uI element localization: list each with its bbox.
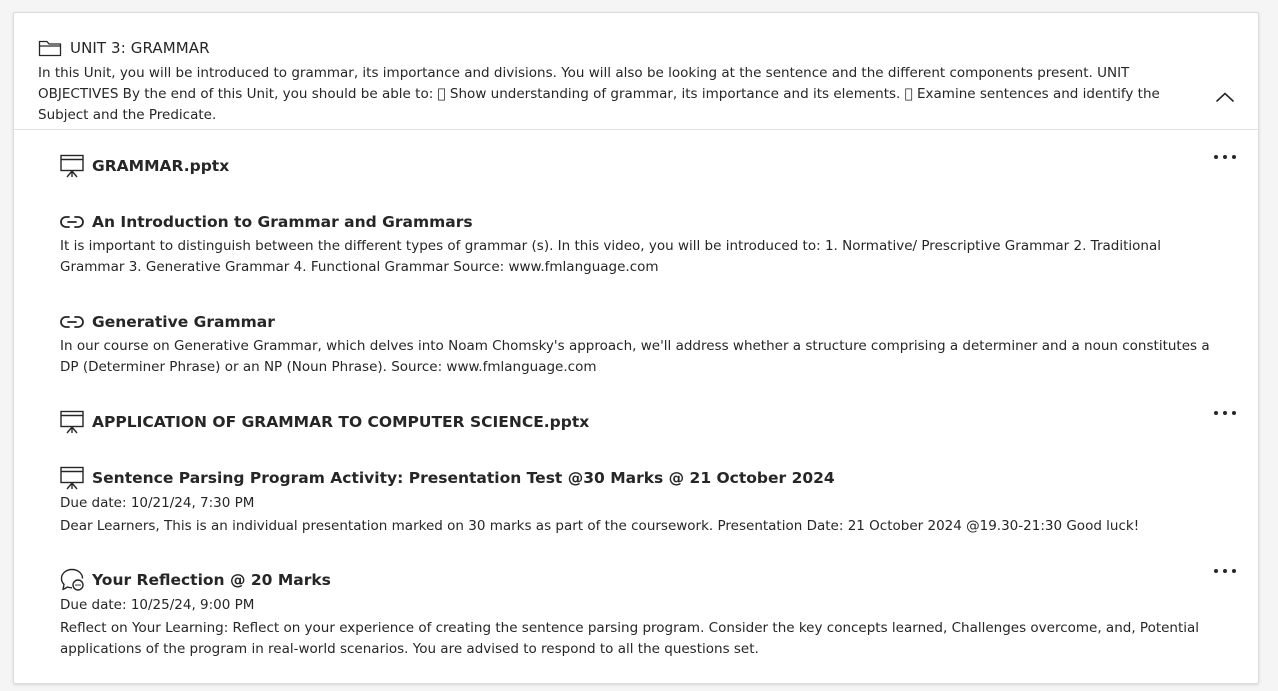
dot (1232, 411, 1236, 415)
content-item: GRAMMAR.pptx (60, 152, 1220, 182)
due-date: Due date: 10/21/24, 7:30 PM (60, 495, 255, 511)
more-options-button[interactable] (1214, 564, 1236, 578)
discussion-icon (60, 568, 84, 591)
dot (1223, 411, 1227, 415)
more-options-button[interactable] (1214, 406, 1236, 420)
link-icon (60, 316, 84, 328)
dot (1232, 569, 1236, 573)
unit-title[interactable]: UNIT 3: GRAMMAR (70, 39, 210, 57)
item-title[interactable]: Sentence Parsing Program Activity: Prese… (92, 469, 835, 487)
presentation-icon (60, 154, 84, 178)
dot (1223, 569, 1227, 573)
unit-description: In this Unit, you will be introduced to … (38, 65, 1190, 123)
content-item: APPLICATION OF GRAMMAR TO COMPUTER SCIEN… (60, 408, 1220, 438)
item-title[interactable]: APPLICATION OF GRAMMAR TO COMPUTER SCIEN… (92, 413, 589, 431)
more-options-button[interactable] (1214, 150, 1236, 164)
item-description: Reflect on Your Learning: Reflect on you… (60, 620, 1200, 657)
item-description: In our course on Generative Grammar, whi… (60, 338, 1210, 375)
item-title[interactable]: Generative Grammar (92, 313, 275, 331)
item-title[interactable]: An Introduction to Grammar and Grammars (92, 213, 473, 231)
unit-header: UNIT 3: GRAMMAR In this Unit, you will b… (14, 13, 1258, 130)
content-item: Generative Grammar In our course on Gene… (60, 308, 1220, 380)
collapse-button[interactable] (1212, 87, 1238, 107)
item-title[interactable]: Your Reflection @ 20 Marks (92, 571, 331, 589)
item-description: It is important to distinguish between t… (60, 238, 1161, 275)
dot (1214, 411, 1218, 415)
dot (1214, 155, 1218, 159)
content-item: Your Reflection @ 20 Marks Due date: 10/… (60, 566, 1220, 662)
dot (1223, 155, 1227, 159)
due-date: Due date: 10/25/24, 9:00 PM (60, 597, 255, 613)
unit-panel: UNIT 3: GRAMMAR In this Unit, you will b… (13, 12, 1259, 684)
link-icon (60, 216, 84, 228)
item-description: Dear Learners, This is an individual pre… (60, 518, 1140, 534)
folder-icon (38, 40, 62, 57)
content-item: An Introduction to Grammar and Grammars … (60, 208, 1220, 280)
dot (1214, 569, 1218, 573)
presentation-icon (60, 410, 84, 434)
content-item: Sentence Parsing Program Activity: Prese… (60, 464, 1220, 536)
dot (1232, 155, 1236, 159)
presentation-icon (60, 466, 84, 490)
item-title[interactable]: GRAMMAR.pptx (92, 157, 229, 175)
chevron-up-icon (1216, 92, 1234, 102)
